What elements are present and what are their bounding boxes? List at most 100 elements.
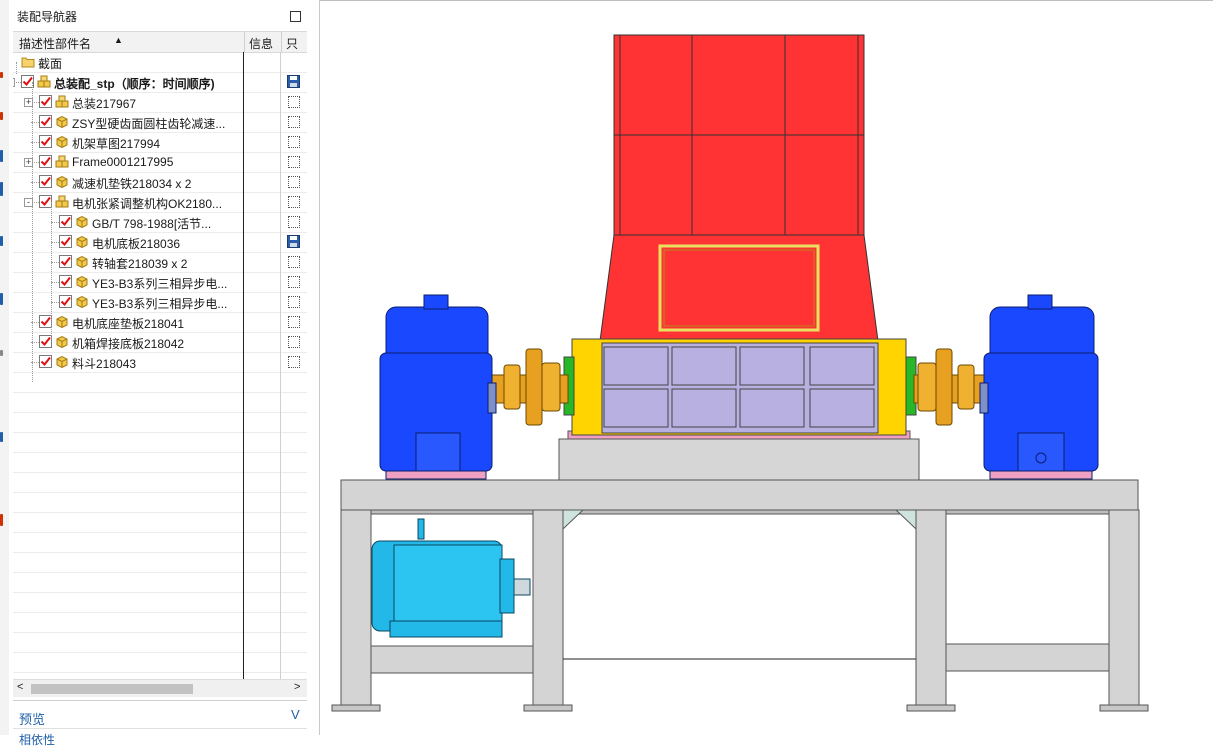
readonly-checkbox[interactable] [288, 136, 300, 148]
horizontal-scrollbar[interactable]: < > [13, 679, 307, 697]
electric-motor [371, 518, 531, 638]
tree-row[interactable]: 截面 [13, 52, 307, 73]
part-icon [75, 215, 88, 229]
tree-guide-line [51, 202, 52, 342]
edge-marker [0, 432, 3, 442]
assembly-icon [55, 95, 69, 108]
tree-row[interactable]: + Frame0001217995 [13, 152, 307, 173]
readonly-checkbox[interactable] [288, 96, 300, 108]
tree-row[interactable]: 料斗218043 [13, 352, 307, 373]
column-header-info[interactable]: 信息 [249, 35, 273, 52]
part-icon [75, 295, 88, 309]
column-header-name[interactable]: 描述性部件名 [19, 35, 91, 52]
part-icon [75, 235, 88, 249]
empty-row [13, 412, 307, 433]
visibility-checkbox[interactable] [39, 135, 52, 148]
edge-marker [0, 514, 3, 526]
assembly-navigator-panel: 装配导航器 描述性部件名 ▲ 信息 只 截面-总装配_stp（顺序：时间顺序)+… [9, 0, 320, 747]
empty-row [13, 452, 307, 473]
part-icon [55, 355, 68, 369]
tree-connector [51, 262, 59, 263]
tree-guide-line [32, 82, 33, 382]
tree-item-label: GB/T 798-1988[活节... [92, 217, 212, 231]
tree-row[interactable]: GB/T 798-1988[活节... [13, 212, 307, 233]
tree-connector [51, 282, 59, 283]
visibility-checkbox[interactable] [59, 275, 72, 288]
panel-title: 装配导航器 [17, 10, 78, 24]
empty-row [13, 472, 307, 493]
visibility-checkbox[interactable] [59, 255, 72, 268]
tree-item-label: 截面 [38, 57, 63, 71]
visibility-checkbox[interactable] [39, 155, 52, 168]
tree-row[interactable]: 减速机垫铁218034 x 2 [13, 172, 307, 193]
assembly-icon [55, 155, 69, 168]
column-divider[interactable] [281, 32, 282, 52]
column-header-readonly[interactable]: 只 [286, 35, 298, 52]
collapse-icon[interactable]: - [13, 78, 15, 87]
readonly-checkbox[interactable] [288, 176, 300, 188]
tree-row[interactable]: YE3-B3系列三相异步电... [13, 292, 307, 313]
preview-label: 预览 [19, 712, 46, 727]
readonly-checkbox[interactable] [288, 336, 300, 348]
left-gearbox [379, 294, 497, 480]
readonly-checkbox[interactable] [288, 216, 300, 228]
tree-row[interactable]: 转轴套218039 x 2 [13, 252, 307, 273]
visibility-checkbox[interactable] [39, 115, 52, 128]
divider [13, 700, 307, 701]
part-icon [55, 115, 68, 129]
visibility-checkbox[interactable] [39, 175, 52, 188]
column-header: 描述性部件名 ▲ 信息 只 [13, 31, 307, 53]
maximize-button[interactable] [290, 11, 301, 22]
empty-row [13, 612, 307, 633]
tree-item-label: 电机张紧调整机构OK2180... [72, 197, 223, 211]
chevron-down-icon[interactable]: V [291, 707, 300, 722]
readonly-checkbox[interactable] [288, 356, 300, 368]
visibility-checkbox[interactable] [39, 355, 52, 368]
edge-marker [0, 72, 3, 78]
empty-row [13, 512, 307, 533]
scrollbar-thumb[interactable] [31, 684, 193, 694]
tree-row[interactable]: - 总装配_stp（顺序：时间顺序) [13, 72, 307, 93]
visibility-checkbox[interactable] [39, 95, 52, 108]
tree-connector [51, 222, 59, 223]
visibility-checkbox[interactable] [59, 235, 72, 248]
tree-row[interactable]: 机箱焊接底板218042 [13, 332, 307, 353]
hopper [599, 34, 879, 342]
tree-item-label: 减速机垫铁218034 x 2 [72, 177, 192, 191]
readonly-checkbox[interactable] [288, 276, 300, 288]
preview-section-header[interactable]: 预览 V [13, 704, 307, 729]
tree-row[interactable]: 电机底板218036 [13, 232, 307, 253]
part-icon [55, 135, 68, 149]
empty-row [13, 492, 307, 513]
edge-marker [0, 112, 3, 120]
graphics-viewport[interactable] [320, 0, 1213, 736]
tree-row[interactable]: 机架草图217994 [13, 132, 307, 153]
folder-icon [21, 55, 35, 68]
dependency-section-label[interactable]: 相依性 [19, 731, 55, 748]
column-divider[interactable] [244, 32, 245, 52]
assembly-icon [55, 195, 69, 208]
readonly-checkbox[interactable] [288, 296, 300, 308]
tree-row[interactable]: + 总装217967 [13, 92, 307, 113]
save-icon[interactable] [287, 75, 300, 88]
tree-row[interactable]: YE3-B3系列三相异步电... [13, 272, 307, 293]
readonly-checkbox[interactable] [288, 256, 300, 268]
empty-row [13, 372, 307, 393]
tree-row[interactable]: ZSY型硬齿面圆柱齿轮减速... [13, 112, 307, 133]
scroll-left-icon[interactable]: < [17, 681, 23, 693]
visibility-checkbox[interactable] [59, 215, 72, 228]
tree-item-label: 电机底座垫板218041 [72, 317, 185, 331]
visibility-checkbox[interactable] [59, 295, 72, 308]
tree-row[interactable]: - 电机张紧调整机构OK2180... [13, 192, 307, 213]
tree-item-label: 料斗218043 [72, 357, 137, 371]
right-gearbox [979, 294, 1099, 480]
tree-row[interactable]: 电机底座垫板218041 [13, 312, 307, 333]
readonly-checkbox[interactable] [288, 116, 300, 128]
shredder-base [558, 430, 920, 481]
save-icon[interactable] [287, 235, 300, 248]
scroll-right-icon[interactable]: > [294, 681, 300, 693]
readonly-checkbox[interactable] [288, 196, 300, 208]
readonly-checkbox[interactable] [288, 156, 300, 168]
tree-item-label: YE3-B3系列三相异步电... [92, 277, 228, 291]
readonly-checkbox[interactable] [288, 316, 300, 328]
